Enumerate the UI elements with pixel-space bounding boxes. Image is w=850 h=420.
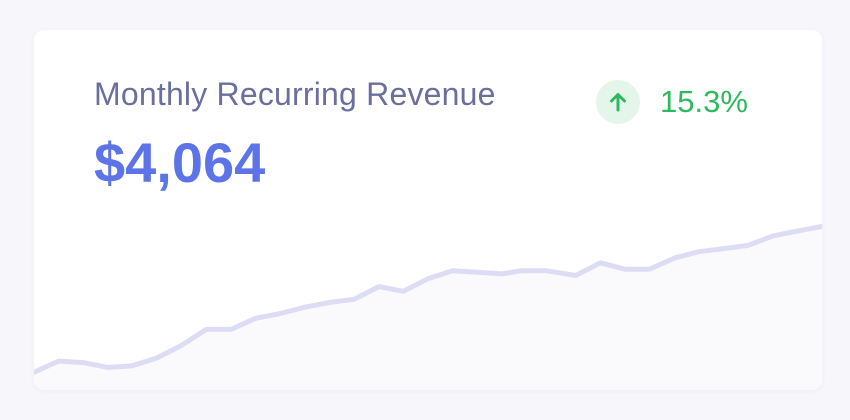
mrr-card: Monthly Recurring Revenue $4,064 15.3% (34, 30, 822, 390)
card-title: Monthly Recurring Revenue (94, 76, 496, 112)
change-indicator: 15.3% (596, 80, 748, 124)
revenue-value: $4,064 (94, 131, 266, 194)
change-percent: 15.3% (660, 84, 748, 119)
arrow-up-icon (596, 80, 640, 124)
